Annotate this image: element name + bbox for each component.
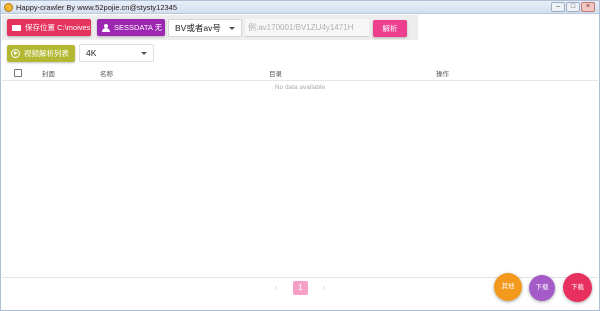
- parse-label: 解析: [382, 24, 398, 33]
- empty-table-message: No data available: [274, 84, 326, 91]
- parse-button[interactable]: 解析: [373, 20, 407, 37]
- column-name: 名称: [100, 71, 113, 78]
- minimize-button[interactable]: –: [551, 2, 565, 12]
- save-location-button[interactable]: 保存位置 C:\moives: [7, 19, 91, 36]
- input-mode-value: BV或者av号: [175, 23, 221, 33]
- input-mode-select[interactable]: BV或者av号: [168, 19, 242, 37]
- quality-value: 4K: [86, 48, 97, 58]
- user-icon: [102, 23, 110, 32]
- main-content: 保存位置 C:\moives SESSDATA 无 BV或者av号 解析 视频解…: [2, 15, 598, 310]
- title-bar: Happy-crawler By www.52pojie.cn@stysty12…: [1, 1, 599, 14]
- download-fab-button[interactable]: 下载: [563, 273, 592, 302]
- app-icon: [4, 3, 13, 12]
- column-cover: 封面: [42, 71, 55, 78]
- column-actions: 操作: [436, 71, 449, 78]
- sessdata-label: SESSDATA 无: [114, 23, 163, 32]
- close-button[interactable]: ×: [581, 2, 595, 12]
- parse-list-button[interactable]: 视频解析列表: [7, 45, 75, 62]
- select-all-checkbox[interactable]: [14, 69, 22, 77]
- window-title: Happy-crawler By www.52pojie.cn@stysty12…: [16, 3, 178, 12]
- next-page-button[interactable]: ›: [318, 281, 330, 295]
- column-directory: 目录: [269, 71, 282, 78]
- folder-icon: [12, 24, 21, 31]
- prev-page-button[interactable]: ‹: [270, 281, 282, 295]
- parse-list-label: 视频解析列表: [24, 49, 69, 58]
- play-circle-icon: [11, 49, 20, 58]
- table-header: 封面 名称 目录 操作: [2, 66, 598, 81]
- sessdata-button[interactable]: SESSDATA 无: [97, 19, 165, 36]
- save-location-label: 保存位置 C:\moives: [25, 23, 91, 32]
- quality-select[interactable]: 4K: [79, 44, 154, 62]
- page-1-button[interactable]: 1: [293, 281, 308, 295]
- chevron-down-icon: [141, 52, 147, 55]
- window-controls: – □ ×: [551, 2, 595, 12]
- video-id-input[interactable]: [245, 19, 369, 37]
- maximize-button[interactable]: □: [566, 2, 580, 12]
- chevron-down-icon: [229, 27, 235, 30]
- app-window: Happy-crawler By www.52pojie.cn@stysty12…: [0, 0, 600, 311]
- other-fab-button[interactable]: 其他: [494, 273, 522, 301]
- mid-fab-button[interactable]: 下载: [529, 275, 555, 301]
